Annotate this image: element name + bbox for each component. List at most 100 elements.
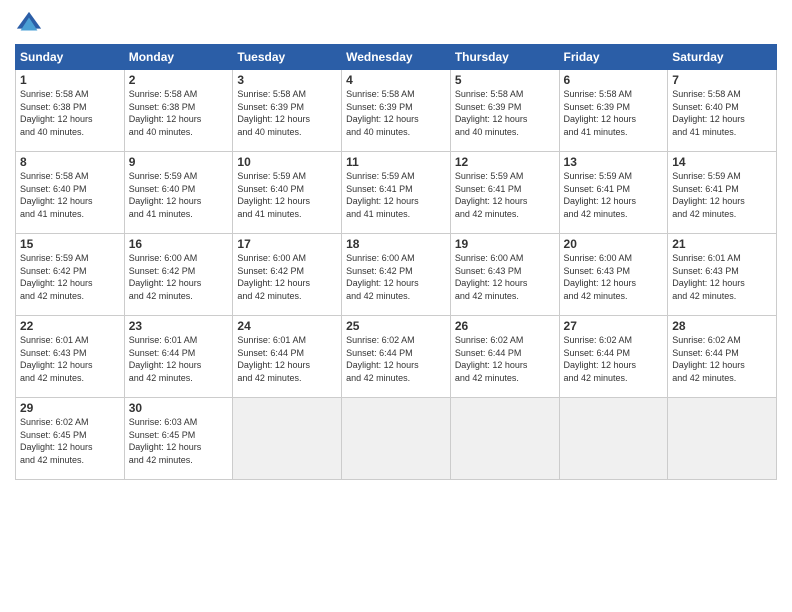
day-cell: 20Sunrise: 6:00 AM Sunset: 6:43 PM Dayli… <box>559 234 668 316</box>
day-number: 18 <box>346 237 446 251</box>
col-header-tuesday: Tuesday <box>233 45 342 70</box>
day-info: Sunrise: 5:58 AM Sunset: 6:39 PM Dayligh… <box>564 88 664 138</box>
day-number: 24 <box>237 319 337 333</box>
day-cell <box>342 398 451 480</box>
day-cell: 7Sunrise: 5:58 AM Sunset: 6:40 PM Daylig… <box>668 70 777 152</box>
logo-icon <box>15 10 43 38</box>
day-info: Sunrise: 6:03 AM Sunset: 6:45 PM Dayligh… <box>129 416 229 466</box>
page: SundayMondayTuesdayWednesdayThursdayFrid… <box>0 0 792 612</box>
day-info: Sunrise: 5:59 AM Sunset: 6:41 PM Dayligh… <box>455 170 555 220</box>
day-cell: 1Sunrise: 5:58 AM Sunset: 6:38 PM Daylig… <box>16 70 125 152</box>
day-info: Sunrise: 5:58 AM Sunset: 6:40 PM Dayligh… <box>20 170 120 220</box>
day-info: Sunrise: 6:02 AM Sunset: 6:44 PM Dayligh… <box>346 334 446 384</box>
day-cell: 18Sunrise: 6:00 AM Sunset: 6:42 PM Dayli… <box>342 234 451 316</box>
day-info: Sunrise: 5:58 AM Sunset: 6:39 PM Dayligh… <box>237 88 337 138</box>
day-info: Sunrise: 6:02 AM Sunset: 6:44 PM Dayligh… <box>564 334 664 384</box>
day-cell: 28Sunrise: 6:02 AM Sunset: 6:44 PM Dayli… <box>668 316 777 398</box>
day-cell: 29Sunrise: 6:02 AM Sunset: 6:45 PM Dayli… <box>16 398 125 480</box>
day-cell: 13Sunrise: 5:59 AM Sunset: 6:41 PM Dayli… <box>559 152 668 234</box>
col-header-thursday: Thursday <box>450 45 559 70</box>
day-cell: 16Sunrise: 6:00 AM Sunset: 6:42 PM Dayli… <box>124 234 233 316</box>
day-cell: 8Sunrise: 5:58 AM Sunset: 6:40 PM Daylig… <box>16 152 125 234</box>
header <box>15 10 777 38</box>
week-row-5: 29Sunrise: 6:02 AM Sunset: 6:45 PM Dayli… <box>16 398 777 480</box>
calendar-table: SundayMondayTuesdayWednesdayThursdayFrid… <box>15 44 777 480</box>
day-number: 23 <box>129 319 229 333</box>
day-cell <box>233 398 342 480</box>
day-number: 4 <box>346 73 446 87</box>
day-info: Sunrise: 5:58 AM Sunset: 6:39 PM Dayligh… <box>346 88 446 138</box>
day-info: Sunrise: 6:02 AM Sunset: 6:45 PM Dayligh… <box>20 416 120 466</box>
day-cell: 11Sunrise: 5:59 AM Sunset: 6:41 PM Dayli… <box>342 152 451 234</box>
day-cell: 9Sunrise: 5:59 AM Sunset: 6:40 PM Daylig… <box>124 152 233 234</box>
col-header-wednesday: Wednesday <box>342 45 451 70</box>
day-cell: 6Sunrise: 5:58 AM Sunset: 6:39 PM Daylig… <box>559 70 668 152</box>
day-number: 11 <box>346 155 446 169</box>
day-cell: 4Sunrise: 5:58 AM Sunset: 6:39 PM Daylig… <box>342 70 451 152</box>
day-number: 10 <box>237 155 337 169</box>
day-info: Sunrise: 5:59 AM Sunset: 6:40 PM Dayligh… <box>237 170 337 220</box>
day-number: 29 <box>20 401 120 415</box>
day-info: Sunrise: 6:00 AM Sunset: 6:42 PM Dayligh… <box>237 252 337 302</box>
day-cell <box>450 398 559 480</box>
day-number: 6 <box>564 73 664 87</box>
day-cell: 14Sunrise: 5:59 AM Sunset: 6:41 PM Dayli… <box>668 152 777 234</box>
day-cell: 2Sunrise: 5:58 AM Sunset: 6:38 PM Daylig… <box>124 70 233 152</box>
day-cell <box>668 398 777 480</box>
day-number: 9 <box>129 155 229 169</box>
day-cell: 12Sunrise: 5:59 AM Sunset: 6:41 PM Dayli… <box>450 152 559 234</box>
day-cell: 26Sunrise: 6:02 AM Sunset: 6:44 PM Dayli… <box>450 316 559 398</box>
col-header-monday: Monday <box>124 45 233 70</box>
day-number: 20 <box>564 237 664 251</box>
day-number: 12 <box>455 155 555 169</box>
col-header-saturday: Saturday <box>668 45 777 70</box>
day-cell: 19Sunrise: 6:00 AM Sunset: 6:43 PM Dayli… <box>450 234 559 316</box>
day-number: 21 <box>672 237 772 251</box>
day-number: 27 <box>564 319 664 333</box>
day-info: Sunrise: 6:01 AM Sunset: 6:44 PM Dayligh… <box>237 334 337 384</box>
day-number: 16 <box>129 237 229 251</box>
day-number: 15 <box>20 237 120 251</box>
day-info: Sunrise: 6:01 AM Sunset: 6:43 PM Dayligh… <box>672 252 772 302</box>
day-info: Sunrise: 5:59 AM Sunset: 6:41 PM Dayligh… <box>672 170 772 220</box>
day-cell: 22Sunrise: 6:01 AM Sunset: 6:43 PM Dayli… <box>16 316 125 398</box>
day-info: Sunrise: 6:00 AM Sunset: 6:43 PM Dayligh… <box>455 252 555 302</box>
day-info: Sunrise: 6:02 AM Sunset: 6:44 PM Dayligh… <box>672 334 772 384</box>
day-info: Sunrise: 6:00 AM Sunset: 6:42 PM Dayligh… <box>129 252 229 302</box>
day-number: 28 <box>672 319 772 333</box>
day-number: 19 <box>455 237 555 251</box>
day-info: Sunrise: 5:58 AM Sunset: 6:39 PM Dayligh… <box>455 88 555 138</box>
day-info: Sunrise: 6:02 AM Sunset: 6:44 PM Dayligh… <box>455 334 555 384</box>
week-row-2: 8Sunrise: 5:58 AM Sunset: 6:40 PM Daylig… <box>16 152 777 234</box>
day-cell: 3Sunrise: 5:58 AM Sunset: 6:39 PM Daylig… <box>233 70 342 152</box>
col-header-sunday: Sunday <box>16 45 125 70</box>
day-number: 22 <box>20 319 120 333</box>
day-number: 3 <box>237 73 337 87</box>
day-info: Sunrise: 5:58 AM Sunset: 6:38 PM Dayligh… <box>20 88 120 138</box>
day-number: 25 <box>346 319 446 333</box>
day-cell: 24Sunrise: 6:01 AM Sunset: 6:44 PM Dayli… <box>233 316 342 398</box>
day-number: 17 <box>237 237 337 251</box>
day-cell: 21Sunrise: 6:01 AM Sunset: 6:43 PM Dayli… <box>668 234 777 316</box>
header-row: SundayMondayTuesdayWednesdayThursdayFrid… <box>16 45 777 70</box>
day-info: Sunrise: 5:59 AM Sunset: 6:41 PM Dayligh… <box>564 170 664 220</box>
col-header-friday: Friday <box>559 45 668 70</box>
day-number: 8 <box>20 155 120 169</box>
week-row-1: 1Sunrise: 5:58 AM Sunset: 6:38 PM Daylig… <box>16 70 777 152</box>
day-cell: 23Sunrise: 6:01 AM Sunset: 6:44 PM Dayli… <box>124 316 233 398</box>
day-cell <box>559 398 668 480</box>
day-number: 7 <box>672 73 772 87</box>
day-info: Sunrise: 6:00 AM Sunset: 6:43 PM Dayligh… <box>564 252 664 302</box>
day-cell: 5Sunrise: 5:58 AM Sunset: 6:39 PM Daylig… <box>450 70 559 152</box>
day-number: 5 <box>455 73 555 87</box>
day-cell: 25Sunrise: 6:02 AM Sunset: 6:44 PM Dayli… <box>342 316 451 398</box>
day-number: 13 <box>564 155 664 169</box>
day-info: Sunrise: 6:01 AM Sunset: 6:44 PM Dayligh… <box>129 334 229 384</box>
day-cell: 27Sunrise: 6:02 AM Sunset: 6:44 PM Dayli… <box>559 316 668 398</box>
day-info: Sunrise: 5:58 AM Sunset: 6:38 PM Dayligh… <box>129 88 229 138</box>
day-number: 30 <box>129 401 229 415</box>
day-cell: 15Sunrise: 5:59 AM Sunset: 6:42 PM Dayli… <box>16 234 125 316</box>
day-number: 14 <box>672 155 772 169</box>
day-number: 1 <box>20 73 120 87</box>
day-cell: 10Sunrise: 5:59 AM Sunset: 6:40 PM Dayli… <box>233 152 342 234</box>
